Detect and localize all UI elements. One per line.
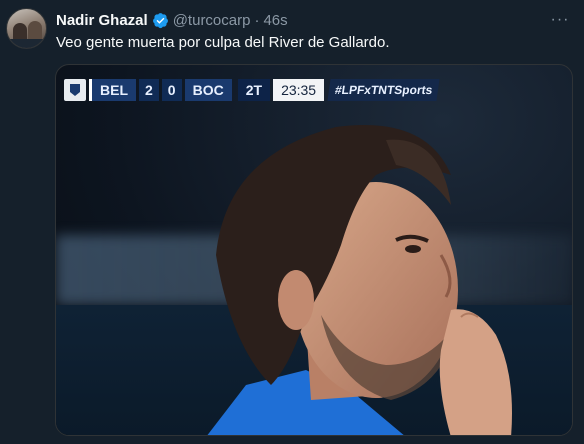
match-period: 2T (237, 79, 271, 101)
tweet[interactable]: Nadir Ghazal @turcocarp · 46s ··· Veo ge… (0, 0, 584, 444)
scoreboard: BEL 2 0 BOC 2T 23:35 #LPFxTNTSports (64, 79, 440, 101)
league-logo-icon (64, 79, 86, 101)
away-team: BOC (184, 79, 232, 101)
display-name[interactable]: Nadir Ghazal (56, 12, 148, 29)
media-image[interactable]: BEL 2 0 BOC 2T 23:35 #LPFxTNTSports (55, 64, 573, 436)
home-score: 2 (139, 79, 159, 101)
verified-badge-icon (152, 12, 168, 28)
match-clock: 23:35 (273, 79, 325, 101)
home-team: BEL (89, 79, 136, 101)
more-options-icon[interactable]: ··· (550, 10, 570, 30)
avatar[interactable] (6, 8, 47, 49)
timestamp[interactable]: 46s (263, 12, 287, 29)
tweet-text: Veo gente muerta por culpa del River de … (56, 34, 390, 51)
broadcast-hashtag: #LPFxTNTSports (327, 79, 440, 101)
away-score: 0 (161, 79, 182, 101)
handle[interactable]: @turcocarp (173, 12, 251, 29)
separator-dot: · (254, 11, 260, 29)
person-photo (207, 125, 512, 435)
tweet-header: Nadir Ghazal @turcocarp · 46s (56, 11, 288, 29)
